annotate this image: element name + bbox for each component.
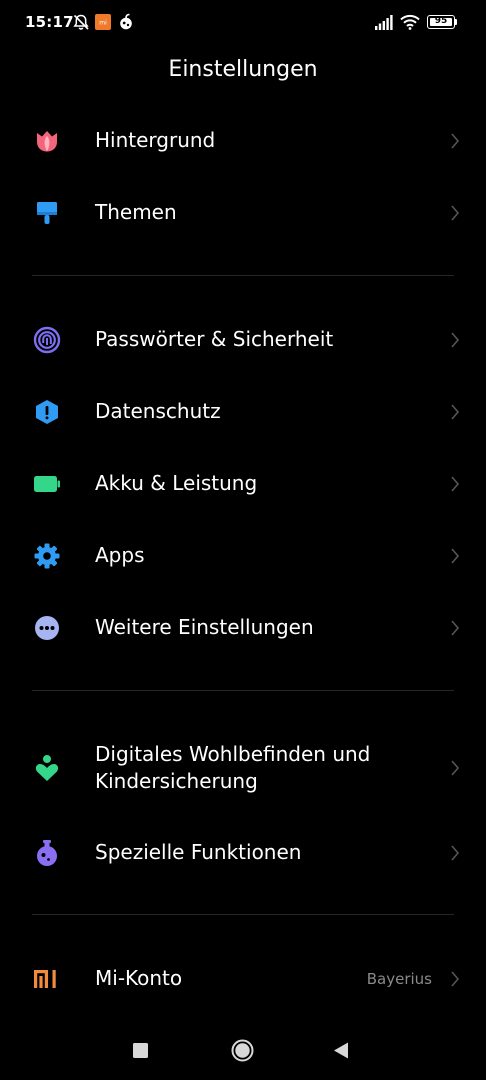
settings-item-label: Apps (95, 543, 145, 567)
wellbeing-icon (35, 755, 59, 781)
settings-item-mi-account[interactable]: Mi-Konto Bayerius (0, 947, 486, 1011)
settings-item-special-features[interactable]: Spezielle Funktionen (0, 821, 486, 885)
recents-button[interactable] (133, 1043, 148, 1058)
battery-tip (455, 19, 457, 25)
svg-text:mi: mi (99, 20, 107, 27)
chevron-right-icon (451, 205, 460, 221)
settings-item-label: Mi-Konto (95, 966, 183, 990)
navigation-bar (0, 1020, 486, 1080)
account-name-value: Bayerius (366, 970, 432, 988)
mi-notification-icon: mi (95, 14, 111, 30)
settings-item-label: Weitere Einstellungen (95, 615, 314, 639)
chevron-right-icon (451, 620, 460, 636)
status-bar: 15:17 mi 95 (0, 0, 486, 46)
chevron-right-icon (451, 845, 460, 861)
status-time: 15:17 (25, 13, 74, 31)
battery-level: 95 (434, 16, 448, 26)
signal-icon (375, 15, 393, 30)
settings-item-additional-settings[interactable]: Weitere Einstellungen (0, 596, 486, 660)
chevron-right-icon (451, 760, 460, 776)
chevron-right-icon (451, 548, 460, 564)
settings-item-label: Akku & Leistung (95, 471, 258, 495)
mi-logo-icon (34, 970, 56, 988)
settings-item-wallpaper[interactable]: Hintergrund (0, 109, 486, 173)
settings-item-digital-wellbeing[interactable]: Digitales Wohlbefinden und Kindersicheru… (0, 734, 486, 802)
wifi-icon (400, 14, 420, 30)
chevron-right-icon (451, 971, 460, 987)
alarm-off-icon (73, 14, 89, 30)
potion-icon (37, 840, 57, 866)
divider (32, 275, 454, 276)
settings-item-label: Themen (95, 200, 177, 224)
settings-item-label-line1: Digitales Wohlbefinden und (95, 742, 371, 766)
settings-item-battery-performance[interactable]: Akku & Leistung (0, 452, 486, 516)
settings-item-label: Passwörter & Sicherheit (95, 327, 334, 351)
battery-icon: 95 (427, 15, 455, 29)
settings-item-passwords-security[interactable]: Passwörter & Sicherheit (0, 308, 486, 372)
chevron-right-icon (451, 332, 460, 348)
settings-item-label-line2: Kindersicherung (95, 769, 258, 793)
battery-icon (34, 476, 60, 492)
app-notification-icon (120, 13, 132, 30)
settings-item-label: Spezielle Funktionen (95, 840, 302, 864)
brush-icon (37, 202, 57, 224)
settings-item-label: Hintergrund (95, 128, 216, 152)
back-button[interactable] (333, 1042, 349, 1059)
fingerprint-icon (33, 326, 61, 354)
settings-item-privacy[interactable]: Datenschutz (0, 380, 486, 444)
shield-icon (36, 400, 58, 424)
settings-item-apps[interactable]: Apps (0, 524, 486, 588)
divider (32, 690, 454, 691)
page-title: Einstellungen (168, 57, 318, 82)
settings-item-themes[interactable]: Themen (0, 181, 486, 245)
chevron-right-icon (451, 404, 460, 420)
divider (32, 914, 454, 915)
home-button[interactable] (231, 1039, 254, 1062)
chevron-right-icon (451, 133, 460, 149)
tulip-icon (37, 131, 57, 152)
chevron-right-icon (451, 476, 460, 492)
settings-item-label: Datenschutz (95, 399, 221, 423)
more-icon (35, 616, 59, 640)
gear-icon (34, 543, 60, 569)
